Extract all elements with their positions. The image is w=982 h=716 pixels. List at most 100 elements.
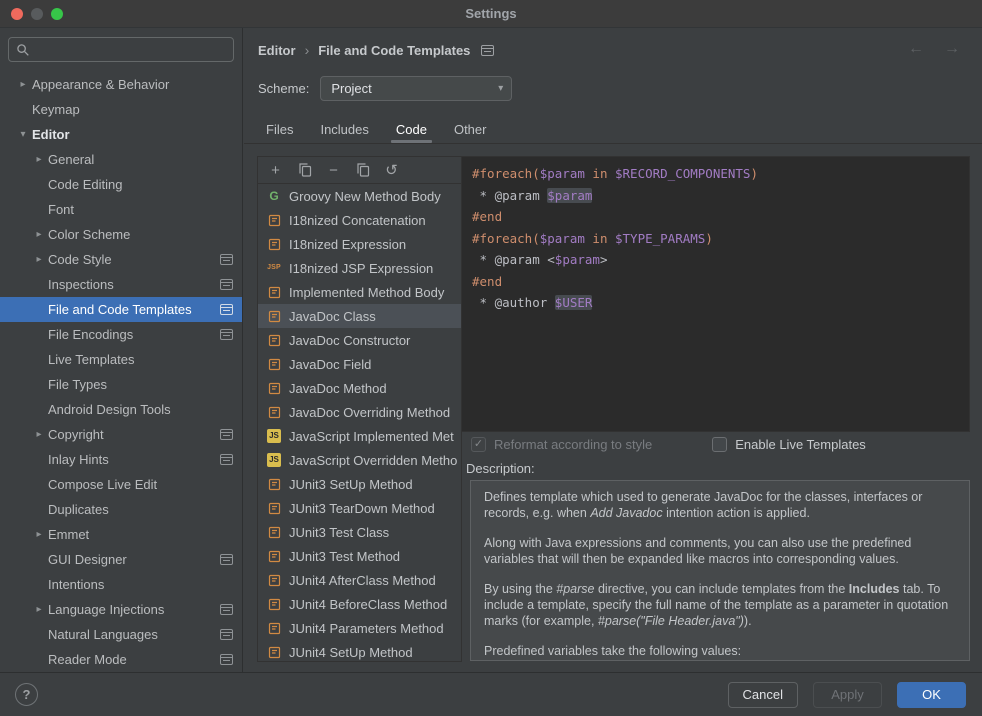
template-list-item-javascript-overridden-metho[interactable]: JSJavaScript Overridden Metho (258, 448, 461, 472)
template-name: JUnit3 TearDown Method (289, 501, 435, 516)
template-list-item-junit3-setup-method[interactable]: JUnit3 SetUp Method (258, 472, 461, 496)
template-name: I18nized JSP Expression (289, 261, 433, 276)
template-editor[interactable]: #foreach($param in $RECORD_COMPONENTS) *… (462, 156, 970, 432)
template-name: JavaDoc Class (289, 309, 376, 324)
search-input[interactable] (8, 37, 234, 62)
chevron-right-icon[interactable]: ▸ (30, 254, 48, 265)
template-icon (266, 404, 282, 420)
sidebar-item-intentions[interactable]: Intentions (0, 572, 242, 597)
live-templates-checkbox[interactable] (712, 437, 727, 452)
chevron-right-icon[interactable]: ▸ (30, 229, 48, 240)
template-list-item-junit4-parameters-method[interactable]: JUnit4 Parameters Method (258, 616, 461, 640)
add-template-button[interactable]: + (264, 159, 287, 181)
chevron-right-icon[interactable]: ▸ (30, 429, 48, 440)
tabs: Files Includes Code Other (244, 116, 982, 144)
template-list-item-javascript-implemented-met[interactable]: JSJavaScript Implemented Met (258, 424, 461, 448)
scheme-select[interactable]: Project ▾ (320, 76, 512, 101)
sidebar-item-android-design-tools[interactable]: Android Design Tools (0, 397, 242, 422)
live-templates-option[interactable]: Enable Live Templates (712, 437, 866, 452)
template-list-item-junit4-setup-method[interactable]: JUnit4 SetUp Method (258, 640, 461, 661)
template-list-item-javadoc-field[interactable]: JavaDoc Field (258, 352, 461, 376)
cancel-button[interactable]: Cancel (728, 682, 798, 708)
ok-button[interactable]: OK (897, 682, 966, 708)
template-icon (266, 356, 282, 372)
forward-icon[interactable]: → (944, 40, 960, 58)
reformat-checkbox[interactable]: ✓ (471, 437, 486, 452)
revert-template-button[interactable]: ↺ (380, 159, 403, 181)
template-list-item-implemented-method-body[interactable]: Implemented Method Body (258, 280, 461, 304)
sidebar-item-general[interactable]: ▸General (0, 147, 242, 172)
chevron-right-icon[interactable]: ▸ (30, 154, 48, 165)
template-icon (266, 212, 282, 228)
sidebar-item-color-scheme[interactable]: ▸Color Scheme (0, 222, 242, 247)
chevron-right-icon[interactable]: ▸ (30, 604, 48, 615)
template-list-item-javadoc-constructor[interactable]: JavaDoc Constructor (258, 328, 461, 352)
reformat-option[interactable]: ✓ Reformat according to style (471, 437, 652, 452)
chevron-right-icon[interactable]: ▸ (14, 79, 32, 90)
back-icon[interactable]: ← (908, 40, 924, 58)
duplicate-icon (356, 163, 370, 177)
template-name: JUnit3 Test Class (289, 525, 389, 540)
breadcrumb-editor[interactable]: Editor (258, 43, 296, 58)
template-list-item-i18nized-concatenation[interactable]: I18nized Concatenation (258, 208, 461, 232)
template-list-item-javadoc-method[interactable]: JavaDoc Method (258, 376, 461, 400)
sidebar-item-language-injections[interactable]: ▸Language Injections (0, 597, 242, 622)
sidebar-item-natural-languages[interactable]: Natural Languages (0, 622, 242, 647)
template-list-item-junit3-test-method[interactable]: JUnit3 Test Method (258, 544, 461, 568)
tab-code[interactable]: Code (396, 116, 427, 143)
sidebar-item-live-templates[interactable]: Live Templates (0, 347, 242, 372)
tab-other[interactable]: Other (454, 116, 487, 143)
sidebar-item-inspections[interactable]: Inspections (0, 272, 242, 297)
reformat-label: Reformat according to style (494, 437, 652, 452)
duplicate-template-button[interactable] (351, 159, 374, 181)
sidebar-item-font[interactable]: Font (0, 197, 242, 222)
template-list-item-javadoc-overriding-method[interactable]: JavaDoc Overriding Method (258, 400, 461, 424)
project-settings-marker-icon (220, 279, 233, 290)
sidebar-item-code-style[interactable]: ▸Code Style (0, 247, 242, 272)
sidebar-item-emmet[interactable]: ▸Emmet (0, 522, 242, 547)
code-line: * @author $USER (472, 292, 959, 314)
tab-files[interactable]: Files (266, 116, 293, 143)
sidebar-item-file-types[interactable]: File Types (0, 372, 242, 397)
sidebar-item-label: File and Code Templates (48, 302, 192, 317)
sidebar-item-reader-mode[interactable]: Reader Mode (0, 647, 242, 672)
sidebar-item-keymap[interactable]: Keymap (0, 97, 242, 122)
sidebar-item-label: File Encodings (48, 327, 133, 342)
template-list-toolbar: + − ↺ (258, 157, 461, 184)
chevron-down-icon[interactable]: ▾ (14, 129, 32, 140)
chevron-right-icon[interactable]: ▸ (30, 529, 48, 540)
template-name: JUnit4 BeforeClass Method (289, 597, 447, 612)
template-list-item-junit3-teardown-method[interactable]: JUnit3 TearDown Method (258, 496, 461, 520)
sidebar-item-inlay-hints[interactable]: Inlay Hints (0, 447, 242, 472)
template-list-item-i18nized-expression[interactable]: I18nized Expression (258, 232, 461, 256)
template-list-item-junit4-afterclass-method[interactable]: JUnit4 AfterClass Method (258, 568, 461, 592)
sidebar-item-label: Appearance & Behavior (32, 77, 169, 92)
remove-template-button[interactable]: − (322, 159, 345, 181)
live-templates-label: Enable Live Templates (735, 437, 866, 452)
sidebar-item-appearance-behavior[interactable]: ▸Appearance & Behavior (0, 72, 242, 97)
sidebar-item-code-editing[interactable]: Code Editing (0, 172, 242, 197)
sidebar-item-file-encodings[interactable]: File Encodings (0, 322, 242, 347)
template-icon (266, 524, 282, 540)
sidebar-item-duplicates[interactable]: Duplicates (0, 497, 242, 522)
apply-button[interactable]: Apply (813, 682, 882, 708)
sidebar-item-gui-designer[interactable]: GUI Designer (0, 547, 242, 572)
description-paragraph: Predefined variables take the following … (484, 643, 956, 659)
template-list-item-i18nized-jsp-expression[interactable]: JSPI18nized JSP Expression (258, 256, 461, 280)
tab-includes[interactable]: Includes (320, 116, 368, 143)
template-list-item-junit3-test-class[interactable]: JUnit3 Test Class (258, 520, 461, 544)
sidebar-item-copyright[interactable]: ▸Copyright (0, 422, 242, 447)
template-name: JavaDoc Constructor (289, 333, 410, 348)
sidebar-item-file-and-code-templates[interactable]: File and Code Templates (0, 297, 242, 322)
zoom-window-button[interactable] (51, 8, 63, 20)
template-list-item-groovy-new-method-body[interactable]: GGroovy New Method Body (258, 184, 461, 208)
help-button[interactable]: ? (15, 683, 38, 706)
description-box[interactable]: Defines template which used to generate … (470, 480, 970, 661)
minimize-window-button[interactable] (31, 8, 43, 20)
sidebar-item-compose-live-edit[interactable]: Compose Live Edit (0, 472, 242, 497)
copy-template-button[interactable] (293, 159, 316, 181)
close-window-button[interactable] (11, 8, 23, 20)
sidebar-item-editor[interactable]: ▾Editor (0, 122, 242, 147)
template-list-item-junit4-beforeclass-method[interactable]: JUnit4 BeforeClass Method (258, 592, 461, 616)
template-list-item-javadoc-class[interactable]: JavaDoc Class (258, 304, 461, 328)
